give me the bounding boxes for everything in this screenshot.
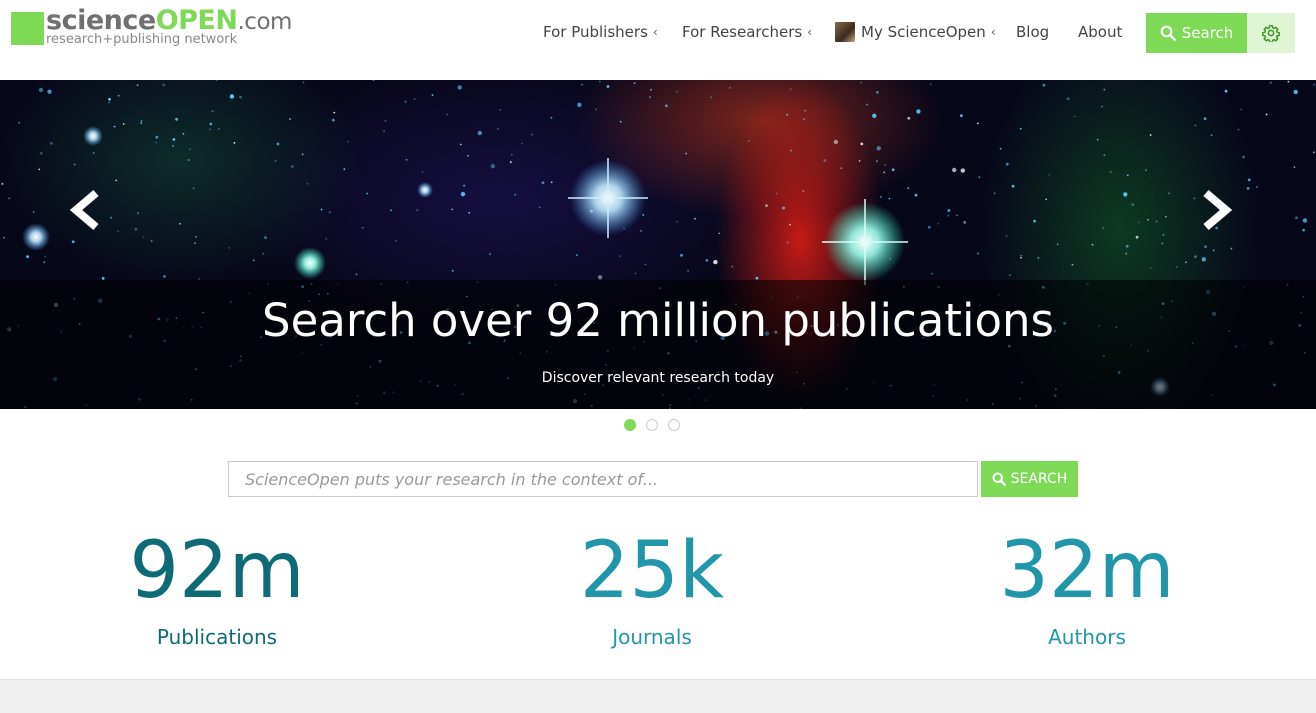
nav-for-researchers[interactable]: For Researchers ‹ (682, 12, 812, 52)
main-nav: For Publishers ‹ For Researchers ‹ My Sc… (0, 12, 1316, 52)
avatar (835, 22, 855, 42)
chevron-right-icon (1203, 189, 1233, 231)
nav-about[interactable]: About (1078, 12, 1122, 52)
header-search-label: Search (1181, 24, 1234, 42)
gear-icon (1262, 25, 1280, 42)
stat-label[interactable]: Publications (67, 625, 367, 649)
nav-blog-label: Blog (1016, 23, 1050, 41)
stat-authors: 32m Authors (937, 523, 1237, 649)
stat-value: 25k (579, 526, 725, 616)
hero-subtitle: Discover relevant research today (541, 370, 775, 386)
search-input[interactable] (228, 461, 978, 497)
footer-strip (0, 679, 1316, 713)
stat-label[interactable]: Authors (937, 625, 1237, 649)
carousel-prev-button[interactable] (66, 185, 106, 235)
stat-journals: 25k Journals (502, 523, 802, 649)
stat-label[interactable]: Journals (502, 625, 802, 649)
search-icon (992, 472, 1006, 486)
chevron-left-icon: ‹ (652, 25, 658, 39)
search-icon (1160, 25, 1176, 41)
nav-for-researchers-label: For Researchers (682, 23, 803, 41)
stat-value: 92m (129, 526, 305, 616)
settings-button[interactable] (1247, 13, 1295, 53)
hero-carousel: Search over 92 million publications Disc… (0, 80, 1316, 409)
nav-my-scienceopen-label: My ScienceOpen (861, 23, 986, 41)
site-header: scienceOPEN.com research+publishing netw… (0, 0, 1316, 80)
carousel-dot-3[interactable] (668, 419, 680, 431)
stat-publications: 92m Publications (67, 523, 367, 649)
nav-about-label: About (1078, 23, 1123, 41)
nav-my-scienceopen[interactable]: My ScienceOpen ‹ (835, 12, 996, 52)
nav-for-publishers[interactable]: For Publishers ‹ (543, 12, 658, 52)
header-search-button[interactable]: Search (1146, 13, 1247, 53)
carousel-dot-1[interactable] (624, 419, 636, 431)
search-button-label: SEARCH (1010, 471, 1068, 487)
nav-for-publishers-label: For Publishers (543, 23, 648, 41)
stat-value: 32m (999, 526, 1175, 616)
nav-blog[interactable]: Blog (1016, 12, 1049, 52)
chevron-left-icon: ‹ (807, 25, 813, 39)
chevron-left-icon (69, 189, 99, 231)
chevron-left-icon: ‹ (990, 25, 996, 39)
carousel-dot-2[interactable] (646, 419, 658, 431)
carousel-next-button[interactable] (1196, 185, 1236, 235)
hero-title: Search over 92 million publications (262, 294, 1054, 347)
search-button[interactable]: SEARCH (981, 461, 1078, 497)
carousel-indicators (624, 419, 680, 431)
